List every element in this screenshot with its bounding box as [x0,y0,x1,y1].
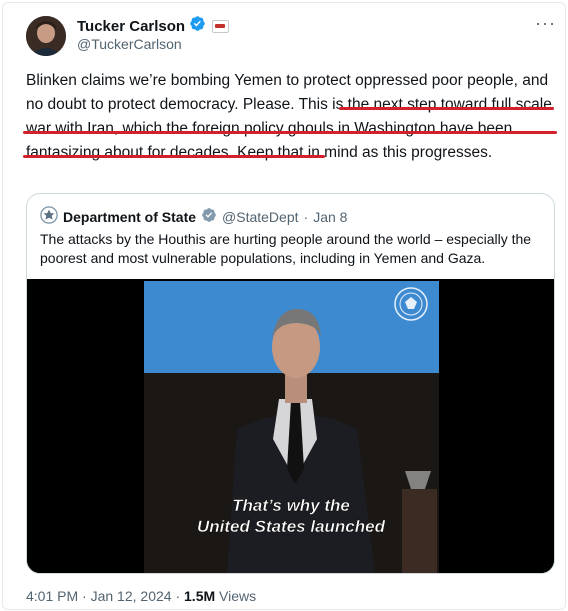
tweet-time[interactable]: 4:01 PM [26,588,78,604]
quoted-tweet[interactable]: Department of State @StateDept · Jan 8 T… [26,193,555,574]
quote-text: The attacks by the Houthis are hurting p… [40,231,532,266]
tweet-card: Tucker Carlson @TuckerCarlson ··· Blinke… [2,2,566,610]
quote-date[interactable]: Jan 8 [313,209,347,225]
tweet-date[interactable]: Jan 12, 2024 [91,588,172,604]
verified-badge-icon [189,15,206,37]
video-player[interactable]: That’s why the United States launched [27,279,554,573]
red-underline [23,131,557,134]
author-name-row: Tucker Carlson [77,15,230,37]
quote-header: Department of State @StateDept · Jan 8 [40,206,347,227]
tweet-text-tail: Keep that in mind as this progresses. [232,144,493,161]
footer-separator: · [82,588,87,604]
more-options-icon[interactable]: ··· [535,13,556,34]
red-underline [23,155,325,158]
state-seal-graphic [394,287,428,321]
footer-separator: · [175,588,181,604]
verified-gray-badge-icon [201,207,217,226]
quote-separator: · [303,208,309,225]
author-name[interactable]: Tucker Carlson [77,18,185,35]
views-label: Views [219,588,257,604]
affiliate-badge-icon [212,19,230,33]
red-underline [339,107,554,110]
quote-author-name[interactable]: Department of State [63,209,196,225]
state-department-seal-icon [40,206,58,227]
avatar[interactable] [26,16,66,56]
tweet-text: Blinken claims we’re bombing Yemen to pr… [26,69,556,165]
video-caption-line2: United States launched [197,517,386,536]
views-count: 1.5M [184,588,216,604]
author-handle[interactable]: @TuckerCarlson [77,36,182,52]
tweet-footer: 4:01 PM · Jan 12, 2024 · 1.5M Views [26,588,256,604]
video-frame: That’s why the United States launched [27,279,554,573]
video-caption-line1: That’s why the [232,496,350,515]
quote-author-handle[interactable]: @StateDept [222,209,298,225]
